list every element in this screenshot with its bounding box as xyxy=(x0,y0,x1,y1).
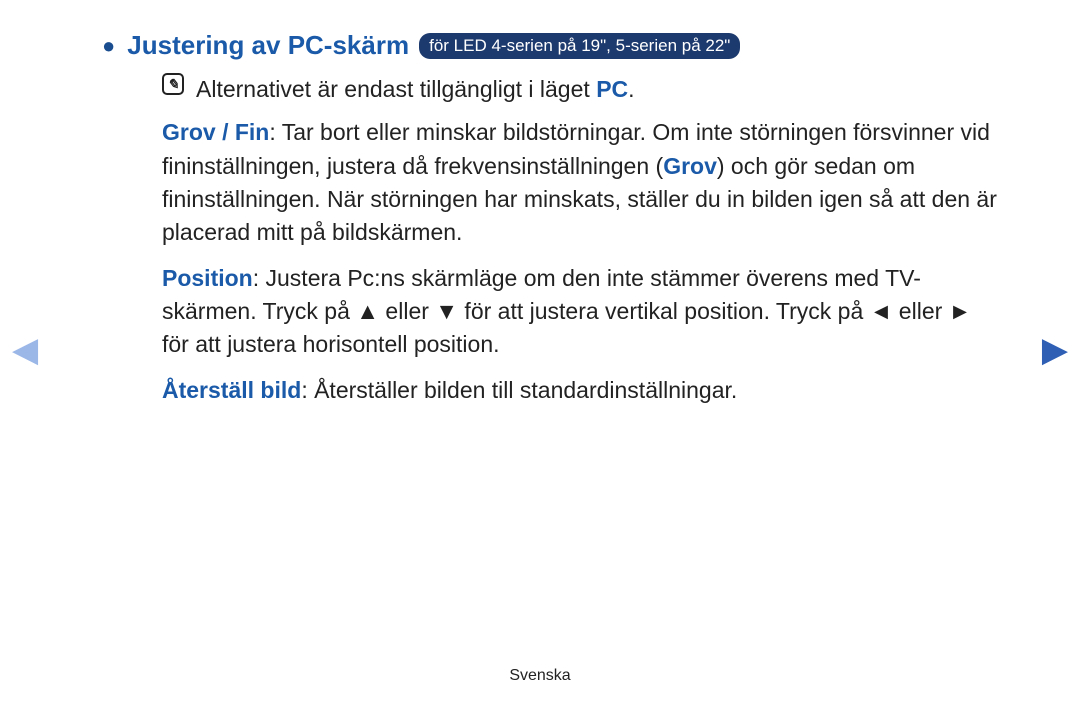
note-suffix: . xyxy=(628,76,634,102)
grov-label: Grov xyxy=(663,153,717,179)
heading-row: ● Justering av PC-skärm för LED 4-serien… xyxy=(120,30,1000,61)
note-row: ✎ Alternativet är endast tillgängligt i … xyxy=(162,73,1000,106)
footer-language: Svenska xyxy=(0,667,1080,685)
nav-prev-icon[interactable]: ◀ xyxy=(12,330,38,370)
pc-label: PC xyxy=(596,76,628,102)
note-text: Alternativet är endast tillgängligt i lä… xyxy=(196,73,635,106)
position-text: : Justera Pc:ns skärmläge om den inte st… xyxy=(162,265,971,358)
section-title: Justering av PC-skärm xyxy=(127,30,409,61)
note-prefix: Alternativet är endast tillgängligt i lä… xyxy=(196,76,596,102)
grov-fin-label: Grov / Fin xyxy=(162,119,269,145)
position-paragraph: Position: Justera Pc:ns skärmläge om den… xyxy=(162,262,1000,362)
grov-fin-paragraph: Grov / Fin: Tar bort eller minskar bilds… xyxy=(162,116,1000,249)
reset-label: Återställ bild xyxy=(162,377,301,403)
reset-paragraph: Återställ bild: Återställer bilden till … xyxy=(162,374,1000,407)
note-icon: ✎ xyxy=(162,73,184,95)
page-content: ● Justering av PC-skärm för LED 4-serien… xyxy=(0,0,1080,407)
nav-next-icon[interactable]: ▶ xyxy=(1042,330,1068,370)
bullet-icon: ● xyxy=(102,35,115,57)
model-badge: för LED 4-serien på 19", 5-serien på 22" xyxy=(419,33,740,59)
position-label: Position xyxy=(162,265,253,291)
reset-text: : Återställer bilden till standardinstäl… xyxy=(301,377,737,403)
